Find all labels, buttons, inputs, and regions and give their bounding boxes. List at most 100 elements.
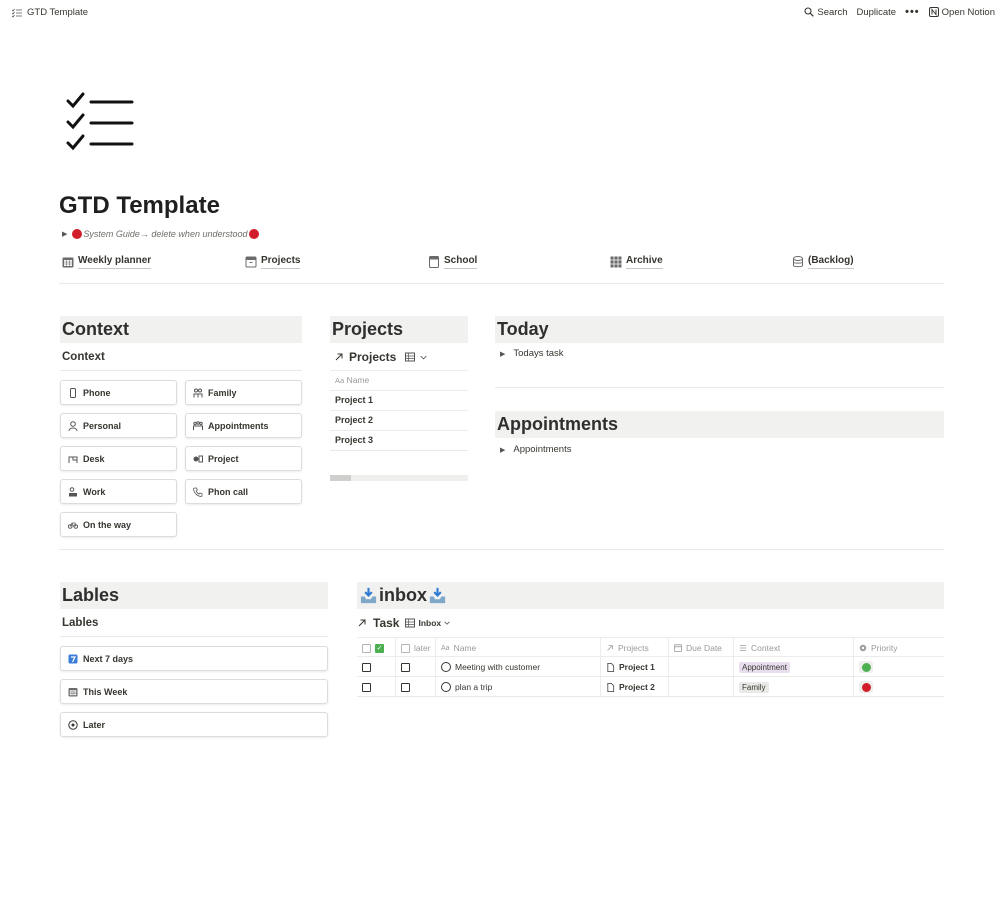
inbox-heading: inbox bbox=[357, 582, 944, 609]
priority-column-header[interactable]: Priority bbox=[853, 638, 944, 658]
checklist-icon[interactable] bbox=[64, 92, 136, 156]
context-card-personal[interactable]: Personal bbox=[60, 413, 177, 438]
table-row[interactable]: Project 3 bbox=[330, 430, 468, 450]
context-card-project[interactable]: Project bbox=[185, 446, 302, 471]
more-options-button[interactable]: ••• bbox=[905, 6, 920, 18]
context-card-phone[interactable]: Phone bbox=[60, 380, 177, 405]
lables-subtitle: Lables bbox=[62, 617, 99, 629]
arrow-up-right-icon bbox=[335, 353, 343, 361]
search-label: Search bbox=[817, 6, 848, 18]
chevron-down-icon[interactable] bbox=[420, 354, 427, 361]
task-name-cell[interactable]: plan a trip bbox=[435, 677, 600, 697]
context-cell[interactable]: Appointment bbox=[733, 657, 853, 677]
notion-logo-icon bbox=[928, 7, 939, 17]
card-label: Work bbox=[83, 486, 106, 497]
search-icon bbox=[804, 7, 815, 17]
duplicate-button[interactable]: Duplicate bbox=[856, 7, 896, 18]
link-archive[interactable]: Archive bbox=[610, 254, 663, 269]
table-row[interactable]: Project 1 bbox=[330, 390, 468, 410]
link-school[interactable]: School bbox=[428, 254, 478, 269]
later-checkbox[interactable] bbox=[401, 662, 410, 672]
breadcrumb-label: GTD Template bbox=[27, 7, 89, 18]
projects-heading: Projects bbox=[330, 316, 468, 343]
done-checkbox[interactable] bbox=[362, 682, 371, 692]
checkbox-column-icon bbox=[362, 643, 371, 653]
context-card-family[interactable]: Family bbox=[185, 380, 302, 405]
context-card-on-the-way[interactable]: On the way bbox=[60, 512, 177, 537]
toggle-arrow-icon[interactable]: ▶ bbox=[500, 446, 505, 454]
task-name-cell[interactable]: Meeting with customer bbox=[435, 657, 600, 677]
inbox-view-selector[interactable]: Inbox bbox=[405, 618, 450, 628]
top-bar: GTD Template Search Duplicate ••• Open N… bbox=[0, 0, 1005, 28]
inbox-heading-label: inbox bbox=[379, 585, 427, 605]
search-button[interactable]: Search bbox=[804, 7, 847, 18]
context-column-header[interactable]: Context bbox=[733, 638, 853, 658]
link-weekly-planner[interactable]: Weekly planner bbox=[62, 254, 152, 269]
label-card-next-7-days[interactable]: Next 7 days bbox=[60, 646, 328, 671]
priority-cell[interactable] bbox=[853, 657, 944, 677]
column-label: Context bbox=[751, 643, 781, 653]
checkbox-column-icon bbox=[401, 643, 410, 653]
work-icon bbox=[69, 486, 77, 496]
later-column-header[interactable]: later bbox=[395, 638, 435, 658]
project-relation-cell[interactable]: Project 2 bbox=[600, 677, 668, 697]
context-card-work[interactable]: Work bbox=[60, 479, 177, 504]
due-date-cell[interactable] bbox=[668, 657, 733, 677]
task-name: Meeting with customer bbox=[455, 662, 541, 672]
name-column-header[interactable]: Aa Name bbox=[435, 638, 600, 658]
horizontal-scrollbar[interactable] bbox=[330, 475, 468, 481]
toggle-arrow-icon[interactable]: ▶ bbox=[500, 350, 505, 358]
card-label: Next 7 days bbox=[83, 653, 134, 664]
breadcrumb[interactable]: GTD Template bbox=[12, 7, 88, 18]
appointments-toggle[interactable]: ▶ Appointments bbox=[500, 444, 571, 455]
table-row[interactable]: Project 2 bbox=[330, 410, 468, 430]
archive-grid-icon bbox=[610, 256, 622, 267]
more-label: ••• bbox=[905, 6, 920, 18]
projects-column-header[interactable]: Projects bbox=[600, 638, 668, 658]
link-label: School bbox=[444, 254, 478, 269]
context-card-phone-call[interactable]: Phon call bbox=[185, 479, 302, 504]
table-row[interactable]: Meeting with customer Project 1 Appointm… bbox=[357, 656, 944, 677]
task-circle-icon bbox=[441, 682, 451, 692]
status-icon bbox=[859, 644, 867, 652]
task-circle-icon bbox=[441, 662, 451, 672]
red-circle-icon bbox=[861, 682, 871, 692]
todays-task-toggle[interactable]: ▶ Todays task bbox=[500, 348, 564, 359]
link-label: (Backlog) bbox=[808, 254, 854, 269]
scrollbar-thumb[interactable] bbox=[330, 475, 351, 481]
table-row[interactable]: plan a trip Project 2 Family bbox=[357, 676, 944, 697]
link-projects[interactable]: Projects bbox=[245, 254, 301, 269]
project-relation-cell[interactable]: Project 1 bbox=[600, 657, 668, 677]
card-label: Phone bbox=[83, 387, 111, 398]
context-card-appointments[interactable]: Appointments bbox=[185, 413, 302, 438]
seven-icon bbox=[68, 654, 78, 663]
appointments-heading: Appointments bbox=[495, 411, 944, 438]
bicycle-icon bbox=[68, 522, 78, 529]
due-date-cell[interactable] bbox=[668, 677, 733, 697]
page-title: GTD Template bbox=[59, 192, 220, 219]
task-name: plan a trip bbox=[455, 682, 493, 692]
card-label: Appointments bbox=[208, 420, 269, 431]
done-column-header[interactable]: ✓ bbox=[357, 638, 395, 658]
notebook-icon bbox=[429, 255, 439, 268]
projects-database-title[interactable]: Projects bbox=[334, 350, 427, 364]
link-backlog[interactable]: (Backlog) bbox=[792, 254, 854, 269]
task-database-title[interactable]: Task Inbox bbox=[357, 616, 450, 630]
priority-cell[interactable] bbox=[853, 677, 944, 697]
toggle-arrow-icon[interactable]: ▶ bbox=[62, 230, 67, 238]
context-cell[interactable]: Family bbox=[733, 677, 853, 697]
later-checkbox[interactable] bbox=[401, 682, 410, 692]
done-checkbox[interactable] bbox=[362, 662, 371, 672]
label-card-this-week[interactable]: This Week bbox=[60, 679, 328, 704]
card-label: Desk bbox=[83, 453, 105, 464]
due-date-column-header[interactable]: Due Date bbox=[668, 638, 733, 658]
context-card-desk[interactable]: Desk bbox=[60, 446, 177, 471]
system-guide-toggle[interactable]: ▶ System Guide→ delete when understood bbox=[62, 229, 259, 239]
projects-column-header[interactable]: Aa Name bbox=[330, 370, 468, 390]
card-label: Phon call bbox=[208, 486, 249, 497]
open-notion-button[interactable]: Open Notion bbox=[928, 7, 995, 18]
label-card-later[interactable]: Later bbox=[60, 712, 328, 737]
table-view-icon[interactable] bbox=[405, 352, 416, 362]
projects-subtitle: Projects bbox=[349, 350, 397, 364]
person-icon bbox=[68, 420, 78, 431]
